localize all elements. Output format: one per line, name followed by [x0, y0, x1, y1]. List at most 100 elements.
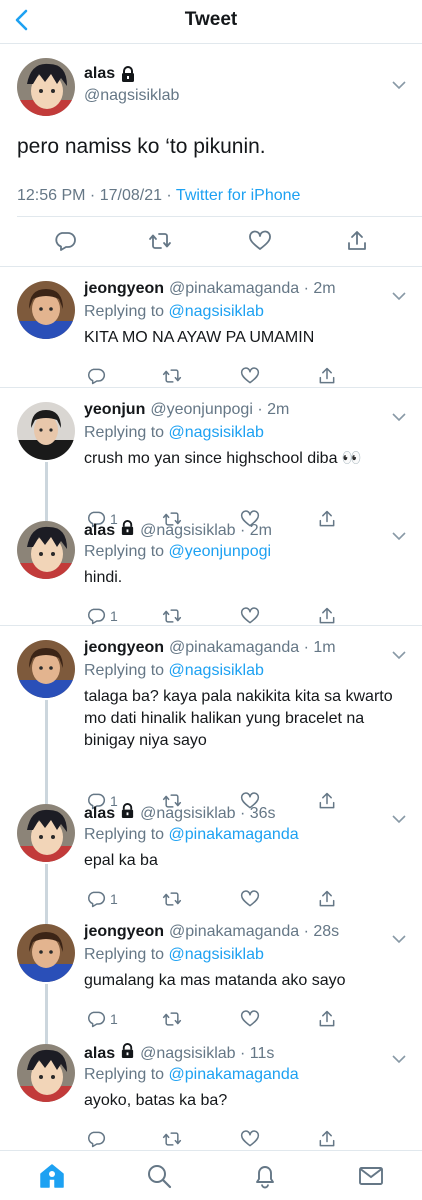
- mention-link[interactable]: @yeonjunpogi: [169, 543, 272, 560]
- avatar[interactable]: [17, 804, 75, 862]
- tweet-time: 12:56 PM · 17/08/21 ·: [17, 187, 176, 204]
- author-name[interactable]: alas: [84, 522, 115, 540]
- author-name[interactable]: alas: [84, 1045, 115, 1063]
- reply-tweet[interactable]: jeongyeon @pinakamaganda · 2m Replying t…: [0, 267, 422, 388]
- retweet-icon[interactable]: [148, 229, 172, 253]
- reply-tweet[interactable]: alas @nagsisiklab · 2m Replying to @yeon…: [0, 507, 422, 626]
- avatar[interactable]: [17, 924, 75, 982]
- reply-text: crush mo yan since highschool diba 👀: [84, 450, 362, 467]
- mention-link[interactable]: @nagsisiklab: [169, 946, 264, 963]
- share-icon[interactable]: [345, 229, 369, 253]
- reply-tweet[interactable]: jeongyeon @pinakamaganda · 1m Replying t…: [0, 626, 422, 810]
- avatar[interactable]: [17, 281, 75, 339]
- share-button[interactable]: [317, 366, 337, 386]
- chevron-down-icon[interactable]: [392, 934, 406, 944]
- author-name[interactable]: jeongyeon: [84, 923, 164, 941]
- chevron-down-icon[interactable]: [392, 531, 406, 541]
- bell-icon[interactable]: [252, 1163, 278, 1189]
- reply-tweet[interactable]: jeongyeon @pinakamaganda · 28s Replying …: [0, 910, 422, 1030]
- like-button[interactable]: [240, 889, 260, 909]
- heart-icon: [240, 890, 260, 907]
- reply-button[interactable]: [86, 366, 110, 386]
- author-name[interactable]: alas: [84, 65, 136, 83]
- reply-icon: [88, 1131, 106, 1148]
- share-button[interactable]: [317, 889, 337, 909]
- top-nav-bar: Tweet: [0, 0, 422, 44]
- heart-icon[interactable]: [248, 229, 272, 253]
- mail-icon[interactable]: [358, 1163, 384, 1189]
- reply-header[interactable]: alas @nagsisiklab · 2m: [84, 520, 272, 541]
- home-icon[interactable]: [39, 1163, 65, 1189]
- mention-link[interactable]: @nagsisiklab: [169, 662, 264, 679]
- thread-line: [45, 790, 48, 804]
- author-name[interactable]: jeongyeon: [84, 280, 164, 298]
- reply-icon: [88, 1011, 106, 1028]
- mention-link[interactable]: @nagsisiklab: [169, 424, 264, 441]
- share-button[interactable]: [317, 1129, 337, 1149]
- page-title: Tweet: [184, 9, 238, 30]
- chevron-down-icon[interactable]: [392, 80, 406, 90]
- mention-link[interactable]: @nagsisiklab: [169, 303, 264, 320]
- like-button[interactable]: [240, 606, 260, 626]
- main-tweet[interactable]: alas @nagsisiklab pero namiss ko ‘to pik…: [0, 44, 422, 267]
- reply-icon[interactable]: [53, 229, 77, 253]
- search-icon[interactable]: [146, 1163, 172, 1189]
- chevron-down-icon[interactable]: [392, 650, 406, 660]
- mention-link[interactable]: @pinakamaganda: [169, 1066, 299, 1083]
- share-button[interactable]: [317, 1009, 337, 1029]
- reply-icon: [88, 891, 106, 908]
- avatar[interactable]: [17, 402, 75, 460]
- reply-button[interactable]: [86, 1129, 110, 1149]
- reply-tweet[interactable]: alas @nagsisiklab · 36s Replying to @pin…: [0, 790, 422, 910]
- avatar[interactable]: [17, 640, 75, 698]
- author-handle[interactable]: @nagsisiklab: [84, 87, 179, 105]
- author-handle-time: @pinakamaganda · 2m: [169, 280, 336, 297]
- retweet-button[interactable]: [162, 1009, 182, 1029]
- like-button[interactable]: [240, 366, 260, 386]
- reply-count: 1: [110, 608, 118, 624]
- replying-to: Replying to @nagsisiklab: [84, 946, 264, 963]
- replying-to: Replying to @pinakamaganda: [84, 1066, 299, 1083]
- avatar[interactable]: [17, 521, 75, 579]
- reply-tweet[interactable]: yeonjun @yeonjunpogi · 2m Replying to @n…: [0, 388, 422, 528]
- share-button[interactable]: [317, 606, 337, 626]
- retweet-button[interactable]: [162, 606, 182, 626]
- retweet-button[interactable]: [162, 889, 182, 909]
- reply-header[interactable]: yeonjun @yeonjunpogi · 2m: [84, 401, 289, 419]
- reply-header[interactable]: alas @nagsisiklab · 11s: [84, 1043, 274, 1064]
- retweet-button[interactable]: [162, 366, 182, 386]
- like-button[interactable]: [240, 1129, 260, 1149]
- replying-to: Replying to @pinakamaganda: [84, 826, 299, 843]
- chevron-down-icon[interactable]: [392, 1054, 406, 1064]
- reply-text: hindi.: [84, 569, 123, 586]
- reply-button[interactable]: 1: [86, 1009, 118, 1029]
- chevron-down-icon[interactable]: [392, 412, 406, 422]
- author-name[interactable]: alas: [84, 805, 115, 823]
- lock-icon: [122, 803, 134, 819]
- heart-icon: [240, 607, 260, 624]
- author-name[interactable]: yeonjun: [84, 401, 145, 419]
- author-handle-time: @nagsisiklab · 11s: [140, 1044, 275, 1062]
- reply-actions: 1: [84, 606, 414, 628]
- reply-tweet[interactable]: alas @nagsisiklab · 11s Replying to @pin…: [0, 1030, 422, 1150]
- reply-text: ayoko, batas ka ba?: [84, 1092, 228, 1109]
- tweet-text: pero namiss ko ‘to pikunin.: [17, 135, 266, 158]
- divider: [17, 216, 422, 217]
- mention-link[interactable]: @pinakamaganda: [169, 826, 299, 843]
- reply-header[interactable]: alas @nagsisiklab · 36s: [84, 803, 276, 824]
- reply-button[interactable]: 1: [86, 606, 118, 626]
- retweet-button[interactable]: [162, 1129, 182, 1149]
- reply-header[interactable]: jeongyeon @pinakamaganda · 1m: [84, 639, 336, 657]
- avatar[interactable]: [17, 1044, 75, 1102]
- chevron-down-icon[interactable]: [392, 291, 406, 301]
- author-name[interactable]: jeongyeon: [84, 639, 164, 657]
- avatar[interactable]: [17, 58, 75, 116]
- reply-count: 1: [110, 891, 118, 907]
- tweet-source-link[interactable]: Twitter for iPhone: [176, 187, 301, 204]
- chevron-down-icon[interactable]: [392, 814, 406, 824]
- reply-header[interactable]: jeongyeon @pinakamaganda · 2m: [84, 280, 336, 298]
- like-button[interactable]: [240, 1009, 260, 1029]
- reply-button[interactable]: 1: [86, 889, 118, 909]
- reply-actions: [84, 1129, 414, 1151]
- reply-header[interactable]: jeongyeon @pinakamaganda · 28s: [84, 923, 339, 941]
